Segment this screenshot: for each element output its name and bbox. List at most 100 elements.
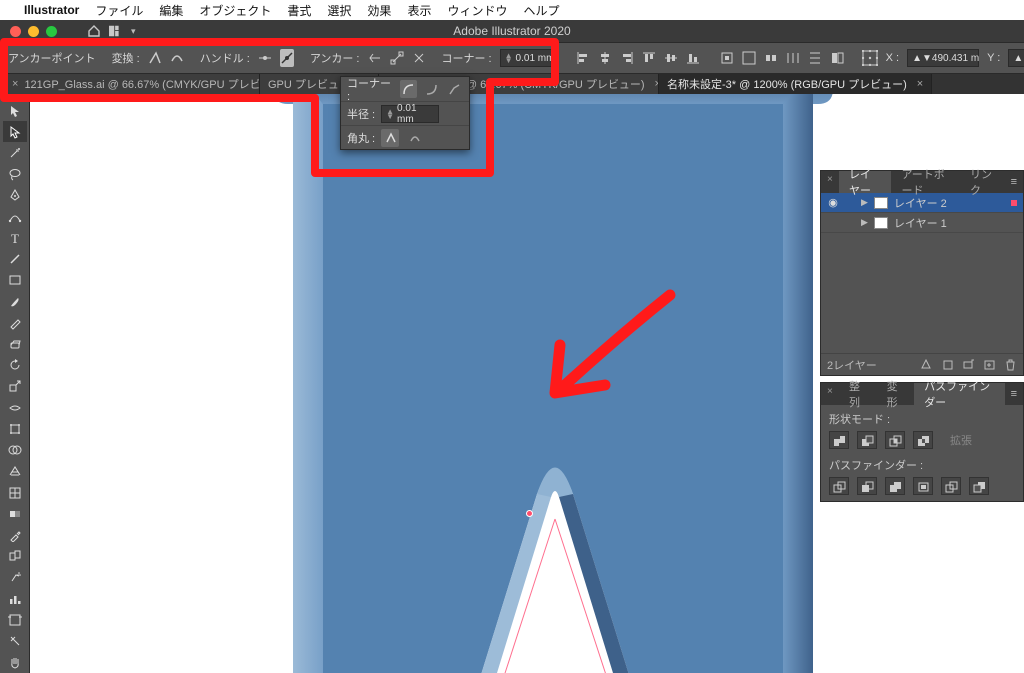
shaper-tool-icon[interactable]	[3, 312, 27, 333]
mac-menu-item[interactable]: 書式	[287, 2, 311, 19]
panel-close-icon[interactable]: ×	[827, 386, 833, 397]
window-minimize-button[interactable]	[28, 26, 39, 37]
minus-front-icon[interactable]	[857, 431, 877, 449]
selected-anchor-point[interactable]	[526, 510, 533, 517]
pen-tool-icon[interactable]	[3, 185, 27, 206]
column-graph-tool-icon[interactable]	[3, 588, 27, 609]
new-sublayer-icon[interactable]	[962, 358, 975, 371]
locate-layer-icon[interactable]	[920, 358, 933, 371]
merge-icon[interactable]	[885, 477, 905, 495]
type-tool-icon[interactable]: T	[3, 227, 27, 248]
line-tool-icon[interactable]	[3, 249, 27, 270]
stepper-icon[interactable]: ▲▼	[1013, 53, 1024, 64]
paintbrush-tool-icon[interactable]	[3, 291, 27, 312]
slice-tool-icon[interactable]	[3, 630, 27, 651]
handle-show-icon[interactable]	[258, 49, 272, 67]
close-icon[interactable]: ×	[917, 78, 923, 90]
unite-icon[interactable]	[829, 431, 849, 449]
distribute-h-icon[interactable]	[784, 49, 802, 67]
corner-type-chamfer-icon[interactable]	[446, 80, 463, 98]
mac-menu-item[interactable]: ファイル	[95, 2, 143, 19]
panel-menu-icon[interactable]: ≡	[1005, 388, 1023, 400]
corner-type-round-icon[interactable]	[400, 80, 417, 98]
magic-wand-tool-icon[interactable]	[3, 142, 27, 163]
mac-menu-item[interactable]: 表示	[407, 2, 431, 19]
curvature-tool-icon[interactable]	[3, 206, 27, 227]
direct-selection-tool-icon[interactable]	[3, 121, 27, 142]
mac-menu-item[interactable]: オブジェクト	[199, 2, 271, 19]
convert-corner-icon[interactable]	[148, 49, 162, 67]
document-tab[interactable]: × 121GP_Glass.ai @ 66.67% (CMYK/GPU プレビュ…	[0, 74, 260, 94]
outline-icon[interactable]	[941, 477, 961, 495]
disclosure-icon[interactable]: ▶	[861, 197, 868, 208]
mac-menu-item[interactable]: 効果	[367, 2, 391, 19]
artboard-tool-icon[interactable]	[3, 609, 27, 630]
lasso-tool-icon[interactable]	[3, 164, 27, 185]
mac-menu-item[interactable]: 選択	[327, 2, 351, 19]
stepper-icon[interactable]: ▲▼	[386, 109, 394, 119]
hand-tool-icon[interactable]	[3, 652, 27, 673]
scale-tool-icon[interactable]	[3, 376, 27, 397]
anchor-remove-icon[interactable]	[368, 49, 382, 67]
mac-menu-item[interactable]: 編集	[159, 2, 183, 19]
stepper-icon[interactable]: ▲▼	[505, 53, 513, 63]
align-bottom-icon[interactable]	[684, 49, 702, 67]
blend-tool-icon[interactable]	[3, 546, 27, 567]
close-icon[interactable]: ×	[12, 78, 18, 90]
crop-icon[interactable]	[913, 477, 933, 495]
handle-hide-icon[interactable]	[280, 49, 294, 67]
rectangle-tool-icon[interactable]	[3, 270, 27, 291]
minus-back-icon[interactable]	[969, 477, 989, 495]
align-to-artboard-icon[interactable]	[740, 49, 758, 67]
panel-close-icon[interactable]: ×	[827, 174, 833, 185]
gradient-tool-icon[interactable]	[3, 503, 27, 524]
align-right-icon[interactable]	[618, 49, 636, 67]
chevron-down-icon[interactable]: ▾	[131, 26, 136, 37]
tab-link[interactable]: リンク	[960, 171, 1005, 193]
free-transform-tool-icon[interactable]	[3, 418, 27, 439]
panel-menu-icon[interactable]: ≡	[1005, 176, 1023, 188]
popover-radius-field[interactable]: ▲▼ 0.01 mm	[381, 105, 439, 123]
exclude-icon[interactable]	[913, 431, 933, 449]
tab-artboard[interactable]: アートボード	[891, 171, 960, 193]
x-value-field[interactable]: ▲▼490.431 m	[907, 49, 979, 67]
trim-icon[interactable]	[857, 477, 877, 495]
align-to-key-icon[interactable]	[718, 49, 736, 67]
window-zoom-button[interactable]	[46, 26, 57, 37]
transform-proxy-icon[interactable]	[862, 49, 878, 67]
rounding-relative-icon[interactable]	[405, 129, 423, 147]
expand-button[interactable]: 拡張	[941, 431, 981, 449]
shape-builder-tool-icon[interactable]	[3, 440, 27, 461]
width-tool-icon[interactable]	[3, 397, 27, 418]
y-value-field[interactable]: ▲▼78	[1008, 49, 1024, 67]
align-hcenter-icon[interactable]	[596, 49, 614, 67]
rotate-tool-icon[interactable]	[3, 355, 27, 376]
tab-pathfinder[interactable]: パスファインダー	[914, 383, 1004, 405]
mac-menu-item[interactable]: ウィンドウ	[447, 2, 507, 19]
distribute-v-icon[interactable]	[806, 49, 824, 67]
anchor-cut-icon[interactable]	[412, 49, 426, 67]
mesh-tool-icon[interactable]	[3, 482, 27, 503]
anchor-connect-icon[interactable]	[390, 49, 404, 67]
convert-smooth-icon[interactable]	[170, 49, 184, 67]
align-vcenter-icon[interactable]	[662, 49, 680, 67]
layer-target-icon[interactable]	[1011, 200, 1017, 206]
disclosure-icon[interactable]: ▶	[861, 217, 868, 228]
visibility-icon[interactable]: ◉	[827, 196, 839, 209]
layer-row[interactable]: ▶ レイヤー 1	[821, 213, 1023, 233]
new-layer-icon[interactable]	[983, 358, 996, 371]
align-left-icon[interactable]	[574, 49, 592, 67]
eraser-tool-icon[interactable]	[3, 333, 27, 354]
corner-value-field[interactable]: ▲▼ 0.01 mm	[500, 49, 558, 67]
workspace-layout-icon[interactable]	[109, 24, 123, 38]
divide-icon[interactable]	[829, 477, 849, 495]
isolate-icon[interactable]	[828, 49, 846, 67]
home-icon[interactable]	[87, 24, 101, 38]
corner-type-inverted-icon[interactable]	[423, 80, 440, 98]
document-tab-active[interactable]: 名称未設定-3* @ 1200% (RGB/GPU プレビュー) ×	[659, 74, 932, 94]
align-top-icon[interactable]	[640, 49, 658, 67]
tab-align[interactable]: 整列	[839, 383, 877, 405]
perspective-tool-icon[interactable]	[3, 461, 27, 482]
selection-tool-icon[interactable]	[3, 100, 27, 121]
symbol-sprayer-tool-icon[interactable]	[3, 567, 27, 588]
